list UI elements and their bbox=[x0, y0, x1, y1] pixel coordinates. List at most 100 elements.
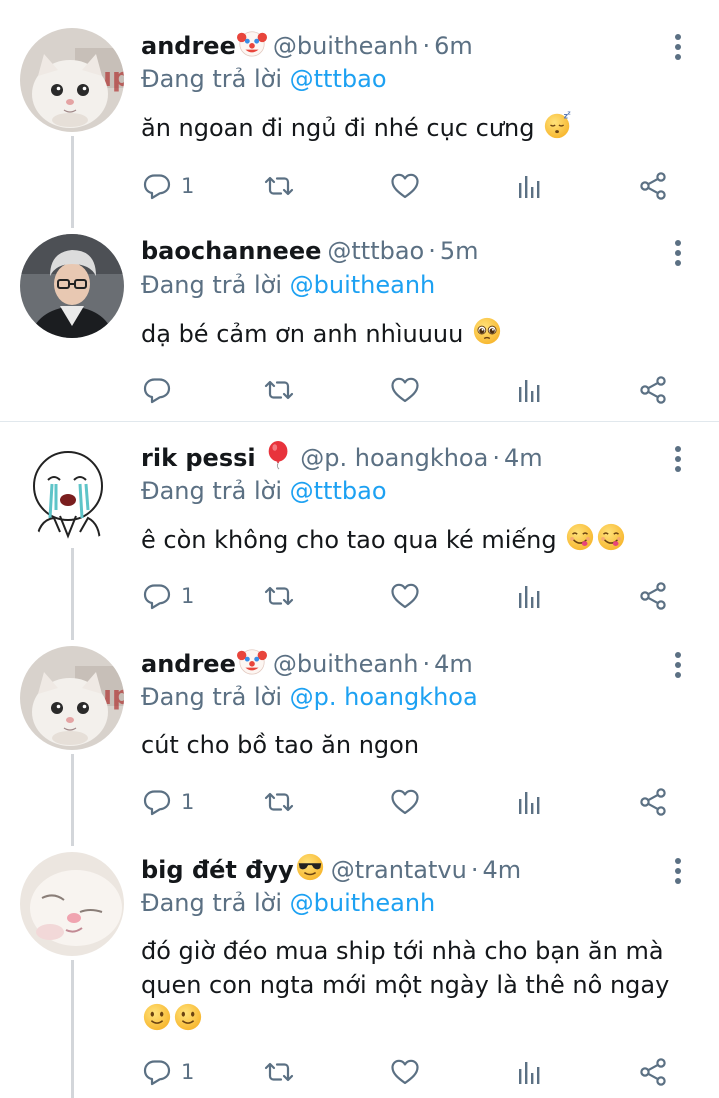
share-button[interactable] bbox=[637, 168, 669, 204]
share-button[interactable] bbox=[637, 578, 669, 614]
clown-face-icon bbox=[237, 28, 267, 58]
reply-icon bbox=[141, 170, 173, 202]
dot-separator: · bbox=[470, 856, 479, 884]
retweet-icon bbox=[263, 580, 295, 612]
avatar[interactable] bbox=[20, 28, 124, 132]
reply-button[interactable] bbox=[141, 372, 181, 408]
retweet-button[interactable] bbox=[263, 1054, 295, 1090]
user-handle[interactable]: @buitheanh bbox=[273, 32, 419, 60]
reply-button[interactable]: 1 bbox=[141, 1054, 194, 1090]
replying-to-label: Đang trả lời bbox=[141, 889, 290, 917]
more-options-icon[interactable] bbox=[664, 650, 692, 684]
bar-chart-icon bbox=[513, 1056, 545, 1088]
dot-separator: · bbox=[422, 32, 431, 60]
display-name[interactable]: big đét đyy bbox=[141, 856, 294, 884]
mention-link[interactable]: @buitheanh bbox=[290, 271, 436, 299]
analytics-button[interactable] bbox=[513, 168, 545, 204]
replying-to: Đang trả lời @p. hoangkhoa bbox=[141, 680, 478, 714]
retweet-button[interactable] bbox=[263, 168, 295, 204]
reply-icon bbox=[141, 1056, 173, 1088]
replying-to: Đang trả lời @buitheanh bbox=[141, 268, 435, 302]
replying-to-label: Đang trả lời bbox=[141, 683, 290, 711]
reply-icon bbox=[141, 580, 173, 612]
share-button[interactable] bbox=[637, 372, 669, 408]
bar-chart-icon bbox=[513, 374, 545, 406]
tweet-text-content: ăn ngoan đi ngủ đi nhé cục cưng bbox=[141, 114, 535, 142]
user-handle[interactable]: @tttbao bbox=[327, 237, 424, 265]
like-button[interactable] bbox=[389, 784, 421, 820]
retweet-button[interactable] bbox=[263, 784, 295, 820]
retweet-button[interactable] bbox=[263, 578, 295, 614]
mention-link[interactable]: @p. hoangkhoa bbox=[290, 683, 478, 711]
user-handle[interactable]: @p. hoangkhoa bbox=[300, 444, 488, 472]
reply-button[interactable]: 1 bbox=[141, 168, 194, 204]
retweet-button[interactable] bbox=[263, 372, 295, 408]
reply-count: 1 bbox=[181, 1060, 195, 1084]
timestamp[interactable]: 4m bbox=[482, 856, 521, 884]
red-balloon-icon bbox=[264, 440, 294, 470]
display-name[interactable]: andree bbox=[141, 32, 236, 60]
more-options-icon[interactable] bbox=[664, 444, 692, 478]
analytics-button[interactable] bbox=[513, 372, 545, 408]
timestamp[interactable]: 6m bbox=[434, 32, 473, 60]
analytics-button[interactable] bbox=[513, 578, 545, 614]
more-options-icon[interactable] bbox=[664, 32, 692, 66]
thread-separator bbox=[0, 421, 719, 422]
replying-to-label: Đang trả lời bbox=[141, 65, 290, 93]
tweet-header: big đét đyy @trantatvu · 4m bbox=[141, 852, 521, 886]
reply-count: 1 bbox=[181, 790, 195, 814]
like-button[interactable] bbox=[389, 168, 421, 204]
user-handle[interactable]: @trantatvu bbox=[331, 856, 467, 884]
avatar[interactable] bbox=[20, 440, 124, 544]
mention-link[interactable]: @tttbao bbox=[290, 477, 387, 505]
action-bar: 1 bbox=[141, 578, 681, 614]
display-name[interactable]: andree bbox=[141, 650, 236, 678]
retweet-icon bbox=[263, 374, 295, 406]
tweet-text: ê còn không cho tao qua ké miếng bbox=[141, 522, 701, 557]
like-button[interactable] bbox=[389, 578, 421, 614]
like-button[interactable] bbox=[389, 372, 421, 408]
reply-button[interactable]: 1 bbox=[141, 784, 194, 820]
mention-link[interactable]: @buitheanh bbox=[290, 889, 436, 917]
retweet-icon bbox=[263, 786, 295, 818]
tweet-text-content: dạ bé cảm ơn anh nhìuuuu bbox=[141, 320, 464, 348]
sunglasses-face-icon bbox=[295, 852, 325, 882]
share-icon bbox=[637, 786, 669, 818]
analytics-button[interactable] bbox=[513, 784, 545, 820]
tweet-text-content: ê còn không cho tao qua ké miếng bbox=[141, 526, 557, 554]
retweet-icon bbox=[263, 1056, 295, 1088]
timestamp[interactable]: 4m bbox=[434, 650, 473, 678]
mention-link[interactable]: @tttbao bbox=[290, 65, 387, 93]
timestamp[interactable]: 4m bbox=[504, 444, 543, 472]
share-button[interactable] bbox=[637, 1054, 669, 1090]
share-button[interactable] bbox=[637, 784, 669, 820]
thread-line bbox=[71, 548, 74, 640]
like-button[interactable] bbox=[389, 1054, 421, 1090]
heart-icon bbox=[389, 580, 421, 612]
tweet-header: rik pessi @p. hoangkhoa · 4m bbox=[141, 440, 543, 474]
heart-icon bbox=[389, 1056, 421, 1088]
avatar[interactable] bbox=[20, 852, 124, 956]
user-handle[interactable]: @buitheanh bbox=[273, 650, 419, 678]
thread-line bbox=[71, 754, 74, 846]
more-options-icon[interactable] bbox=[664, 238, 692, 272]
slightly-smiling-face-icon bbox=[173, 1002, 203, 1032]
timestamp[interactable]: 5m bbox=[440, 237, 479, 265]
bar-chart-icon bbox=[513, 786, 545, 818]
share-icon bbox=[637, 170, 669, 202]
display-name[interactable]: baochanneee bbox=[141, 237, 321, 265]
share-icon bbox=[637, 580, 669, 612]
avatar[interactable] bbox=[20, 646, 124, 750]
thread-line bbox=[71, 136, 74, 228]
tweet-text-content: đó giờ đéo mua ship tới nhà cho bạn ăn m… bbox=[141, 937, 670, 999]
action-bar: 1 bbox=[141, 784, 681, 820]
reply-button[interactable]: 1 bbox=[141, 578, 194, 614]
tweet-header: andree @buitheanh · 4m bbox=[141, 646, 473, 680]
sleeping-face-icon bbox=[543, 110, 573, 140]
avatar[interactable] bbox=[20, 234, 124, 338]
more-options-icon[interactable] bbox=[664, 856, 692, 890]
heart-icon bbox=[389, 170, 421, 202]
display-name[interactable]: rik pessi bbox=[141, 444, 256, 472]
heart-icon bbox=[389, 786, 421, 818]
analytics-button[interactable] bbox=[513, 1054, 545, 1090]
